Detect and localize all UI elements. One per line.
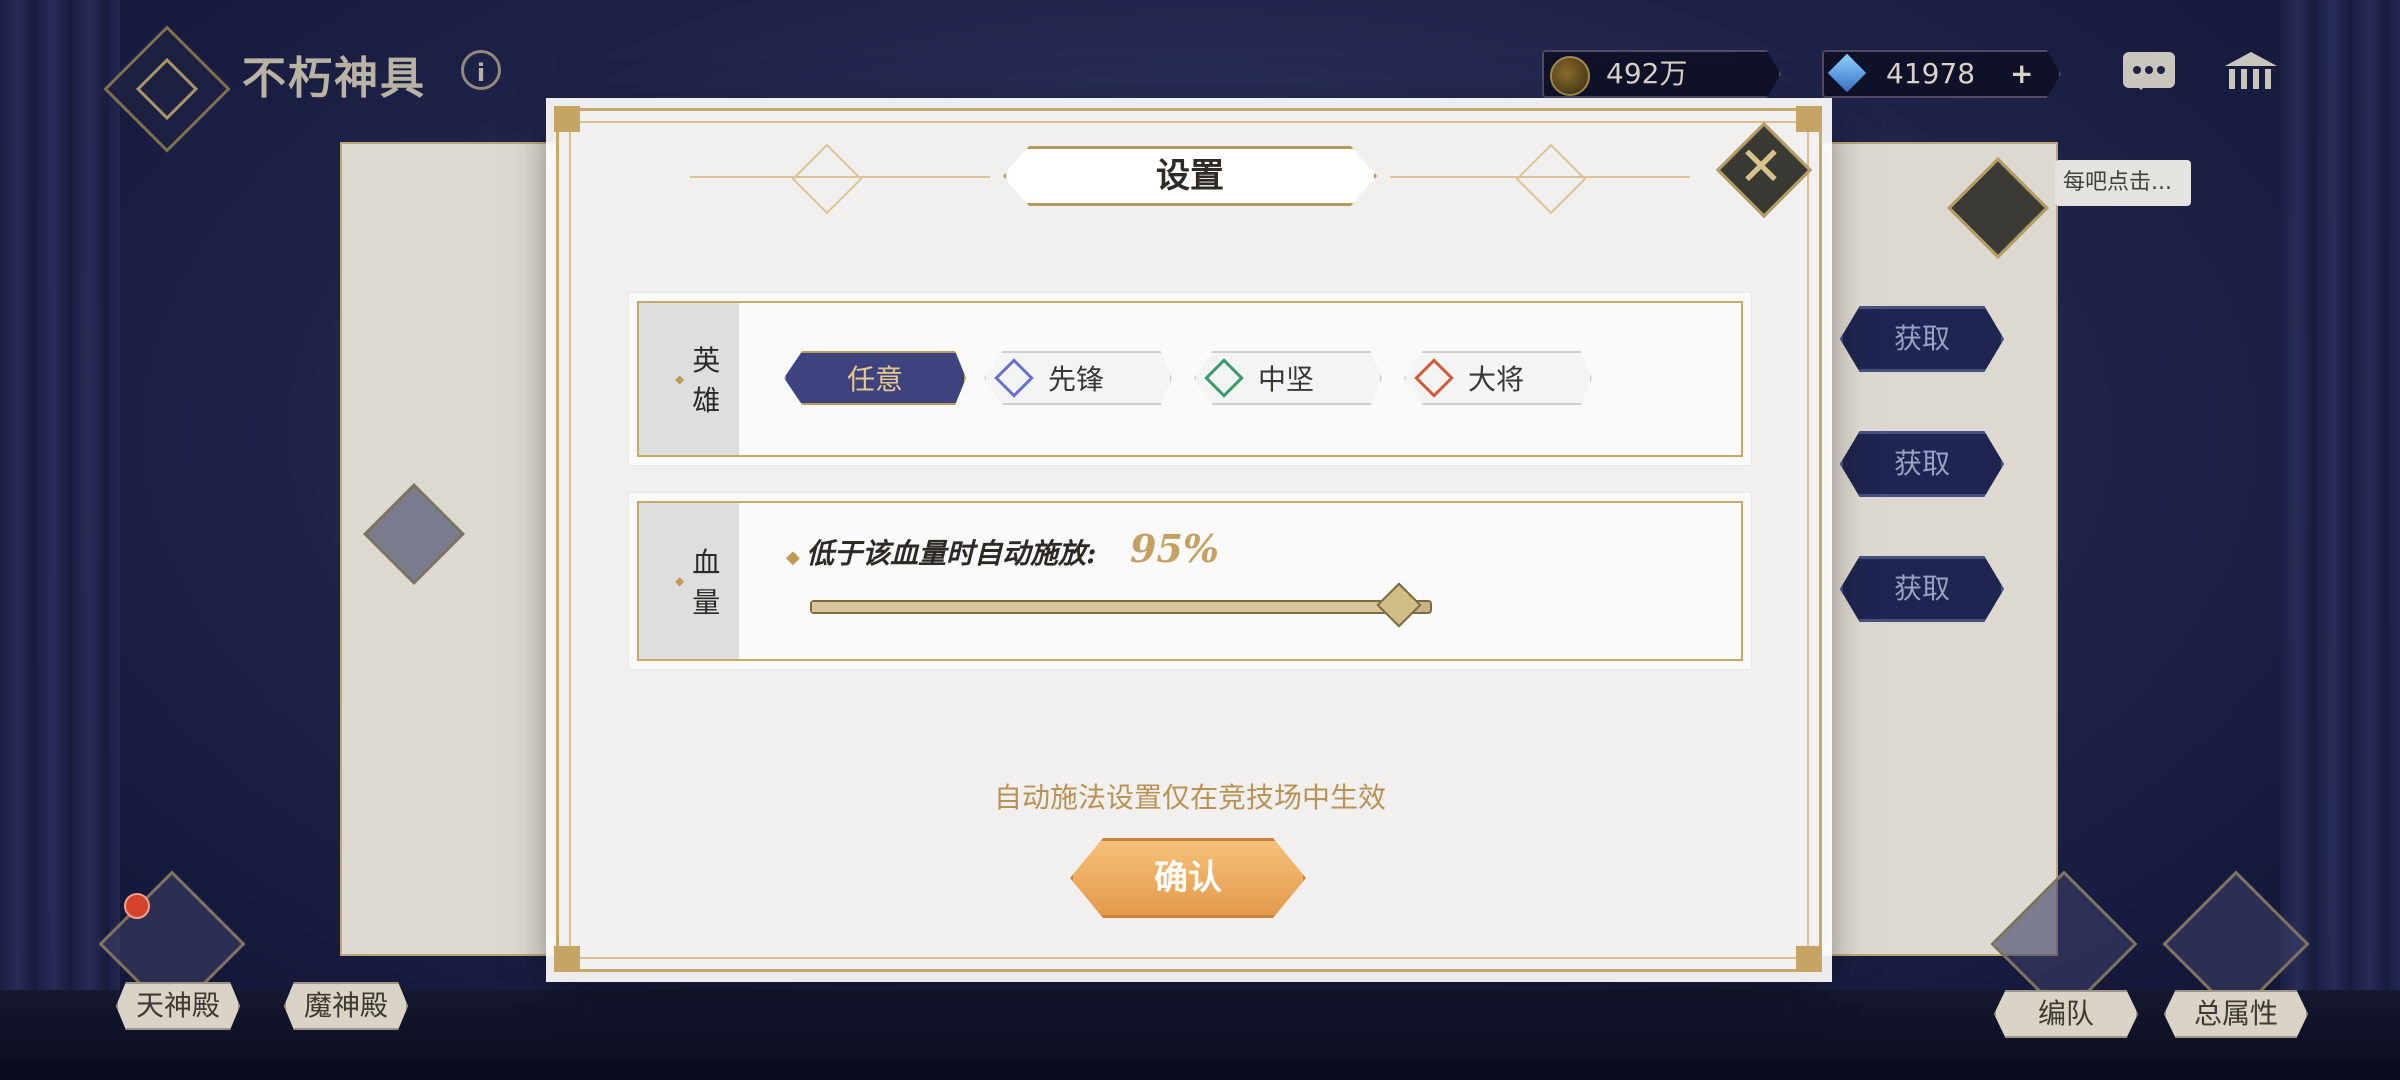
temple-icon[interactable] [2225, 52, 2277, 90]
hero-option-label: 中坚 [1258, 363, 1315, 396]
tab-formation[interactable]: 编队 [1994, 990, 2138, 1038]
vanguard-icon [994, 358, 1034, 398]
bg-right-panel [1800, 142, 2058, 956]
row-label-cell: 英雄 [639, 303, 739, 455]
hero-option-general[interactable]: 大将 [1404, 351, 1592, 405]
core-icon [1204, 358, 1244, 398]
gem-counter: 41978 + [1822, 50, 2061, 98]
hero-option-any[interactable]: 任意 [784, 351, 966, 405]
dialog-title: 设置 [1156, 156, 1224, 196]
row-label-cell: 血量 [639, 503, 739, 659]
game-logo-icon [103, 25, 231, 153]
curtain-right [2280, 0, 2400, 1080]
hero-option-vanguard[interactable]: 先锋 [984, 351, 1172, 405]
confirm-button[interactable] [1070, 838, 1306, 918]
corner-ornament [554, 946, 580, 972]
hp-threshold-value: 95% [1130, 526, 1219, 571]
arena-only-notice: 自动施法设置仅在竞技场中生效 [993, 781, 1386, 814]
gold-counter: 492万 [1542, 50, 1781, 98]
hero-option-core[interactable]: 中坚 [1194, 351, 1382, 405]
slider-fill [812, 602, 1400, 612]
corner-ornament [554, 106, 580, 132]
row-frame [637, 501, 1743, 661]
hero-option-label: 先锋 [1048, 363, 1105, 396]
corner-ornament [1796, 946, 1822, 972]
general-icon [1414, 358, 1454, 398]
gold-amount: 492万 [1606, 57, 1688, 90]
hero-option-label: 大将 [1468, 363, 1525, 396]
notification-dot [124, 893, 150, 919]
tab-total-attributes[interactable]: 总属性 [2164, 990, 2308, 1038]
hp-threshold-row: 血量 [628, 492, 1752, 670]
hero-row-label: 英雄 [675, 303, 739, 455]
info-icon[interactable]: i [461, 50, 501, 90]
get-button[interactable]: 获取 [1840, 306, 2004, 372]
add-gems-button[interactable]: + [2010, 52, 2033, 96]
bg-left-panel [340, 142, 584, 956]
tab-moshen-hall[interactable]: 魔神殿 [284, 982, 408, 1030]
tab-tianshen-hall[interactable]: 天神殿 [116, 982, 240, 1030]
get-button[interactable]: 获取 [1840, 431, 2004, 497]
hp-threshold-slider[interactable] [810, 600, 1432, 614]
hp-threshold-caption: 低于该血量时自动施放: [786, 532, 1096, 572]
gem-amount: 41978 [1886, 57, 1976, 90]
curtain-left [0, 0, 120, 1080]
gem-icon [1827, 53, 1867, 93]
coin-icon [1550, 56, 1590, 96]
tooltip: 每吧点击... [2055, 160, 2191, 206]
corner-ornament [1796, 106, 1822, 132]
get-button[interactable]: 获取 [1840, 556, 2004, 622]
chat-icon[interactable] [2123, 52, 2175, 90]
hp-row-label: 血量 [675, 503, 739, 659]
page-title: 不朽神具 [242, 53, 426, 104]
